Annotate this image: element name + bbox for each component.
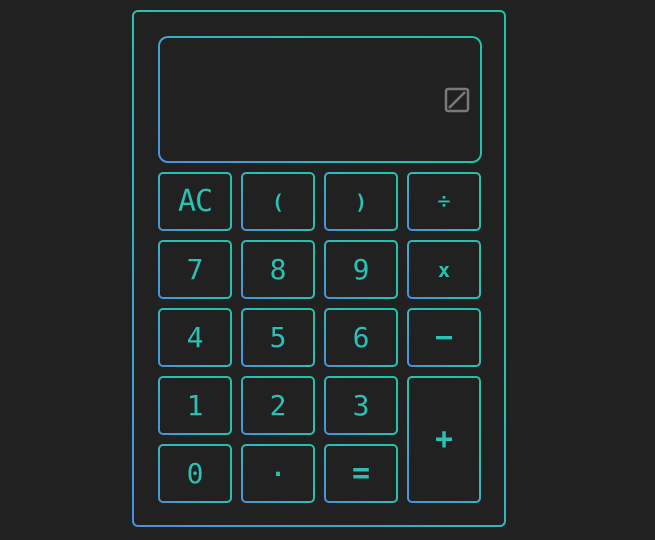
key-label: 3: [352, 389, 370, 422]
key-label: −: [434, 320, 454, 355]
digit-5-button[interactable]: 5: [241, 308, 315, 367]
open-paren-button[interactable]: (: [241, 172, 315, 231]
key-label: 5: [269, 321, 287, 354]
digit-8-button[interactable]: 8: [241, 240, 315, 299]
digit-2-button[interactable]: 2: [241, 376, 315, 435]
zero-icon: [444, 87, 470, 113]
key-label: ·: [270, 459, 286, 488]
decimal-point-button[interactable]: ·: [241, 444, 315, 503]
key-label: 1: [186, 389, 204, 422]
key-label: 7: [186, 253, 204, 286]
digit-4-button[interactable]: 4: [158, 308, 232, 367]
key-label: 9: [352, 253, 370, 286]
plus-button[interactable]: +: [407, 376, 481, 503]
digit-7-button[interactable]: 7: [158, 240, 232, 299]
digit-6-button[interactable]: 6: [324, 308, 398, 367]
key-label: 4: [186, 321, 204, 354]
key-label: 2: [269, 389, 287, 422]
key-label: 8: [269, 253, 287, 286]
key-label: 6: [352, 321, 370, 354]
key-label: ÷: [437, 189, 451, 214]
key-label: +: [434, 422, 454, 457]
digit-3-button[interactable]: 3: [324, 376, 398, 435]
divide-button[interactable]: ÷: [407, 172, 481, 231]
digit-1-button[interactable]: 1: [158, 376, 232, 435]
digit-9-button[interactable]: 9: [324, 240, 398, 299]
key-label: ): [354, 189, 368, 214]
key-label: (: [271, 189, 285, 214]
equals-button[interactable]: =: [324, 444, 398, 503]
all-clear-button[interactable]: AC: [158, 172, 232, 231]
key-label: =: [351, 456, 371, 491]
minus-button[interactable]: −: [407, 308, 481, 367]
key-label: 0: [186, 457, 204, 490]
close-paren-button[interactable]: ): [324, 172, 398, 231]
multiply-button[interactable]: x: [407, 240, 481, 299]
display: [158, 36, 482, 163]
key-label: x: [437, 257, 451, 282]
digit-0-button[interactable]: 0: [158, 444, 232, 503]
calculator: AC ( ) ÷ 7 8 9 x 4 5 6 − 1 2 3 + 0 · =: [132, 10, 506, 527]
key-label: AC: [177, 184, 213, 219]
